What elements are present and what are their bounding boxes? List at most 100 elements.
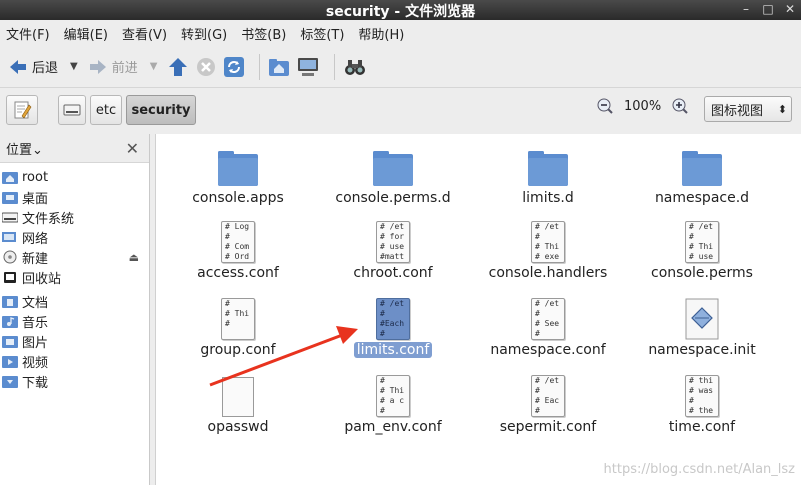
file-item[interactable]: # Log # # Com # Ord access.conf (163, 219, 313, 281)
file-name: console.perms.d (335, 190, 451, 206)
zoom-out-icon[interactable] (596, 97, 614, 115)
file-item[interactable]: namespace.d (627, 144, 777, 206)
path-security-button[interactable]: security (126, 95, 196, 125)
forward-label: 前进 (111, 61, 138, 76)
sidebar-item-new[interactable]: 新建 ⏏ (0, 247, 149, 267)
folder-icon (373, 151, 413, 186)
edit-location-button[interactable] (6, 95, 38, 125)
sidebar-item-label: 图片 (22, 335, 49, 351)
title-bar: security - 文件浏览器 – □ ✕ (0, 0, 801, 20)
file-item[interactable]: # # Thi # a c # pam_env.conf (318, 373, 468, 435)
file-item[interactable]: # /et # # Thi # use console.perms (627, 219, 777, 281)
file-item[interactable]: console.perms.d (318, 144, 468, 206)
file-item[interactable]: # /et # #Each # limits.conf (318, 296, 468, 358)
back-label: 后退 (32, 61, 59, 76)
path-root-button[interactable] (58, 95, 86, 125)
menu-bookmarks[interactable]: 书签(B) (241, 24, 286, 43)
file-item[interactable]: # /et # # Eac # sepermit.conf (473, 373, 623, 435)
file-name: opasswd (207, 419, 269, 435)
updown-chevron-icon: ⬍ (777, 102, 787, 116)
menu-file[interactable]: 文件(F) (6, 24, 50, 43)
text-file-icon: # /et # # Thi # exe (531, 221, 565, 263)
trash-icon (4, 272, 16, 283)
file-item[interactable]: # /et # # See # namespace.conf (473, 296, 623, 358)
sidebar-item-videos[interactable]: 视频 (0, 351, 149, 371)
sidebar-header-label: 位置 (6, 142, 33, 158)
reload-button[interactable] (223, 53, 245, 81)
file-name: console.perms (651, 265, 753, 281)
back-button[interactable]: 后退 (8, 53, 58, 81)
zoom-controls: 100% (596, 97, 689, 115)
sidebar: 位置⌄ ✕ root 桌面 文件系统 网络 新建 ⏏ 回收站 文档 音乐 图片 (0, 134, 150, 485)
menu-edit[interactable]: 编辑(E) (64, 24, 108, 43)
menu-tabs[interactable]: 标签(T) (300, 24, 344, 43)
minimize-icon[interactable]: – (739, 2, 753, 16)
text-file-icon: # Log # # Com # Ord (221, 221, 255, 263)
eject-icon[interactable]: ⏏ (129, 251, 139, 264)
file-item[interactable]: namespace.init (627, 296, 777, 358)
view-mode-select[interactable]: 图标视图 ⬍ (704, 96, 792, 122)
up-button[interactable] (167, 53, 189, 81)
sidebar-item-network[interactable]: 网络 (0, 227, 149, 247)
sidebar-item-music[interactable]: 音乐 (0, 311, 149, 331)
pictures-folder-icon (2, 336, 18, 348)
view-mode-label: 图标视图 (711, 103, 764, 119)
back-history-dropdown[interactable]: ▼ (70, 61, 78, 72)
window-title: security - 文件浏览器 (325, 4, 476, 20)
sidebar-close-icon[interactable]: ✕ (126, 139, 139, 158)
path-etc-button[interactable]: etc (90, 95, 122, 125)
file-name: namespace.d (654, 190, 750, 206)
sidebar-item-downloads[interactable]: 下载 (0, 371, 149, 391)
file-name: group.conf (200, 342, 276, 358)
home-button[interactable] (268, 53, 290, 81)
file-item[interactable]: # /et # for # use #matt chroot.conf (318, 219, 468, 281)
file-name: namespace.conf (490, 342, 606, 358)
reload-icon (224, 56, 245, 77)
stop-button[interactable] (195, 53, 217, 81)
sidebar-item-root[interactable]: root (0, 167, 149, 187)
menu-go[interactable]: 转到(G) (181, 24, 227, 43)
file-item[interactable]: # /et # # Thi # exe console.handlers (473, 219, 623, 281)
menu-view[interactable]: 查看(V) (122, 24, 167, 43)
downloads-folder-icon (2, 376, 18, 388)
file-name: namespace.init (648, 342, 756, 358)
menu-help[interactable]: 帮助(H) (358, 24, 404, 43)
folder-icon (218, 151, 258, 186)
sidebar-item-desktop[interactable]: 桌面 (0, 187, 149, 207)
up-arrow-icon (169, 57, 188, 76)
text-file-icon: # /et # # See # (531, 298, 565, 340)
sidebar-item-documents[interactable]: 文档 (0, 291, 149, 311)
sidebar-item-filesystem[interactable]: 文件系统 (0, 207, 149, 227)
computer-button[interactable] (296, 53, 320, 81)
sidebar-places-dropdown[interactable]: 位置⌄ (6, 139, 43, 158)
text-file-icon: # thi # was # # the (685, 375, 719, 417)
zoom-in-icon[interactable] (671, 97, 689, 115)
file-item[interactable]: # thi # was # # the time.conf (627, 373, 777, 435)
sidebar-item-trash[interactable]: 回收站 (0, 267, 149, 287)
file-name: chroot.conf (353, 265, 433, 281)
home-folder-icon (269, 58, 290, 76)
close-icon[interactable]: ✕ (783, 2, 797, 16)
text-file-icon: # # Thi # a c # (376, 375, 410, 417)
file-item[interactable]: opasswd (163, 373, 313, 435)
forward-history-dropdown[interactable]: ▼ (150, 61, 158, 72)
search-button[interactable] (343, 53, 367, 81)
documents-folder-icon (2, 296, 18, 308)
text-file-icon: # /et # # Thi # use (685, 221, 719, 263)
file-item[interactable]: # # Thi # group.conf (163, 296, 313, 358)
disc-icon (3, 250, 17, 264)
file-item[interactable]: console.apps (163, 144, 313, 206)
home-folder-icon (2, 172, 18, 184)
path-security-label: security (131, 102, 191, 118)
script-file-icon (685, 298, 719, 340)
file-name: time.conf (668, 419, 736, 435)
folder-icon (682, 151, 722, 186)
file-item[interactable]: limits.d (473, 144, 623, 206)
text-file-icon: # /et # for # use #matt (376, 221, 410, 263)
forward-button[interactable]: 前进 (88, 53, 138, 81)
toolbar-separator-2 (334, 53, 336, 80)
maximize-icon[interactable]: □ (761, 2, 775, 16)
file-name: console.handlers (488, 265, 608, 281)
sidebar-item-pictures[interactable]: 图片 (0, 331, 149, 351)
stop-icon (197, 57, 216, 76)
